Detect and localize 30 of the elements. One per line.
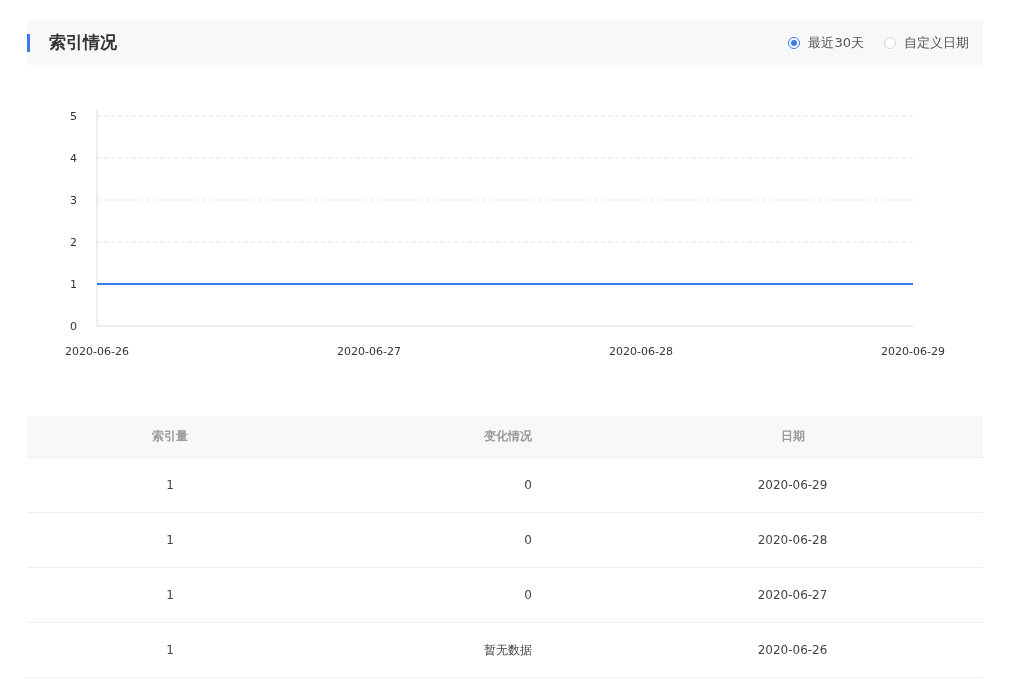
table-cell: 2020-06-28 <box>757 533 828 547</box>
column-header: 变化情况 <box>484 428 532 445</box>
radio-option[interactable]: 自定义日期 <box>884 33 969 52</box>
x-tick-label: 2020-06-26 <box>65 345 129 358</box>
y-tick-label: 0 <box>70 320 77 333</box>
table-cell: 2020-06-27 <box>757 588 828 602</box>
table-cell: 2020-06-26 <box>757 643 828 657</box>
radio-option[interactable]: 最近30天 <box>788 33 864 52</box>
x-tick-label: 2020-06-28 <box>609 345 673 358</box>
x-tick-label: 2020-06-27 <box>337 345 401 358</box>
y-tick-label: 5 <box>70 110 77 123</box>
table-cell-text: 1 <box>165 478 175 492</box>
table-cell-text: 1 <box>165 533 175 547</box>
table-cell-text: 1 <box>165 588 175 602</box>
x-tick-label: 2020-06-29 <box>881 345 945 358</box>
column-header: 索引量 <box>151 428 189 445</box>
section-title: 索引情况 <box>49 31 117 54</box>
table-cell: 0 <box>524 478 532 492</box>
y-tick-label: 3 <box>70 194 77 207</box>
y-tick-label: 2 <box>70 236 77 249</box>
accent-bar <box>27 33 30 52</box>
y-tick-label: 4 <box>70 152 77 165</box>
table-cell: 2020-06-29 <box>757 478 828 492</box>
table-cell-text: 1 <box>165 643 175 657</box>
radio-icon[interactable] <box>788 36 801 49</box>
table-cell: 暂无数据 <box>484 641 532 659</box>
table-cell: 0 <box>524 533 532 547</box>
column-header: 日期 <box>780 428 805 445</box>
table-cell: 0 <box>524 588 532 602</box>
y-tick-label: 1 <box>70 278 77 291</box>
